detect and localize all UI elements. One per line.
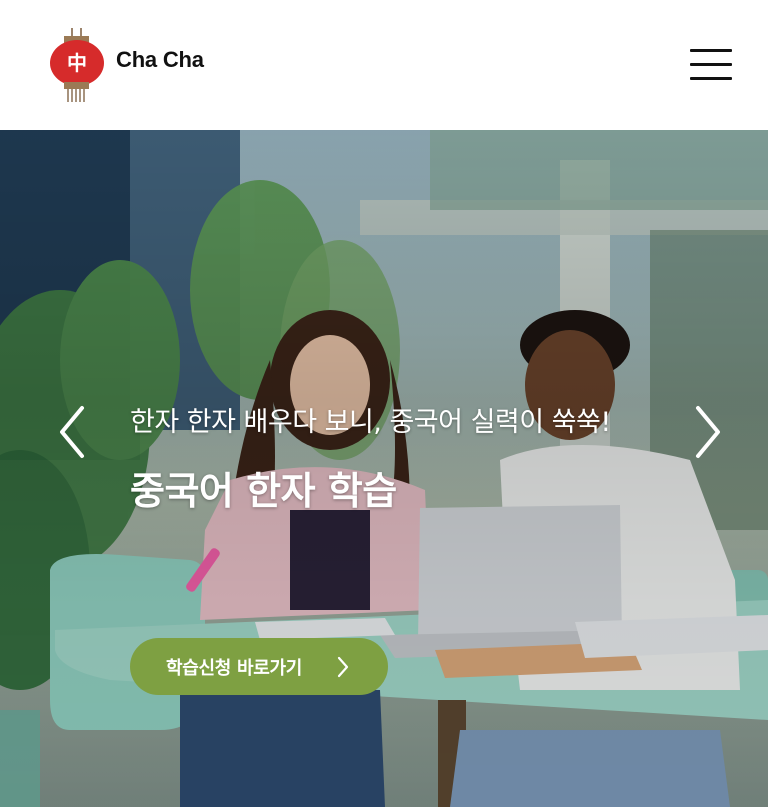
chevron-right-icon bbox=[337, 656, 349, 678]
hero-subtitle: 한자 한자 배우다 보니, 중국어 실력이 쑥쑥! bbox=[130, 407, 611, 438]
lantern-icon: 中 bbox=[48, 26, 106, 104]
menu-button[interactable] bbox=[688, 44, 736, 84]
next-slide-button[interactable] bbox=[688, 400, 728, 464]
cta-label: 학습신청 바로가기 bbox=[166, 657, 303, 679]
hero-title: 중국어 한자 학습 bbox=[130, 469, 397, 513]
chevron-right-icon bbox=[696, 406, 720, 458]
logo[interactable]: 中 Cha Cha bbox=[48, 26, 204, 104]
site-header: 中 Cha Cha bbox=[0, 0, 768, 130]
chevron-left-icon bbox=[60, 406, 84, 458]
previous-slide-button[interactable] bbox=[52, 400, 92, 464]
hamburger-menu-icon bbox=[690, 49, 732, 52]
hero-banner: 한자 한자 배우다 보니, 중국어 실력이 쑥쑥! 중국어 한자 학습 학습신청… bbox=[0, 130, 768, 807]
apply-study-button[interactable]: 학습신청 바로가기 bbox=[130, 638, 388, 695]
logo-text: Cha Cha bbox=[116, 47, 204, 72]
svg-text:中: 中 bbox=[67, 51, 87, 75]
